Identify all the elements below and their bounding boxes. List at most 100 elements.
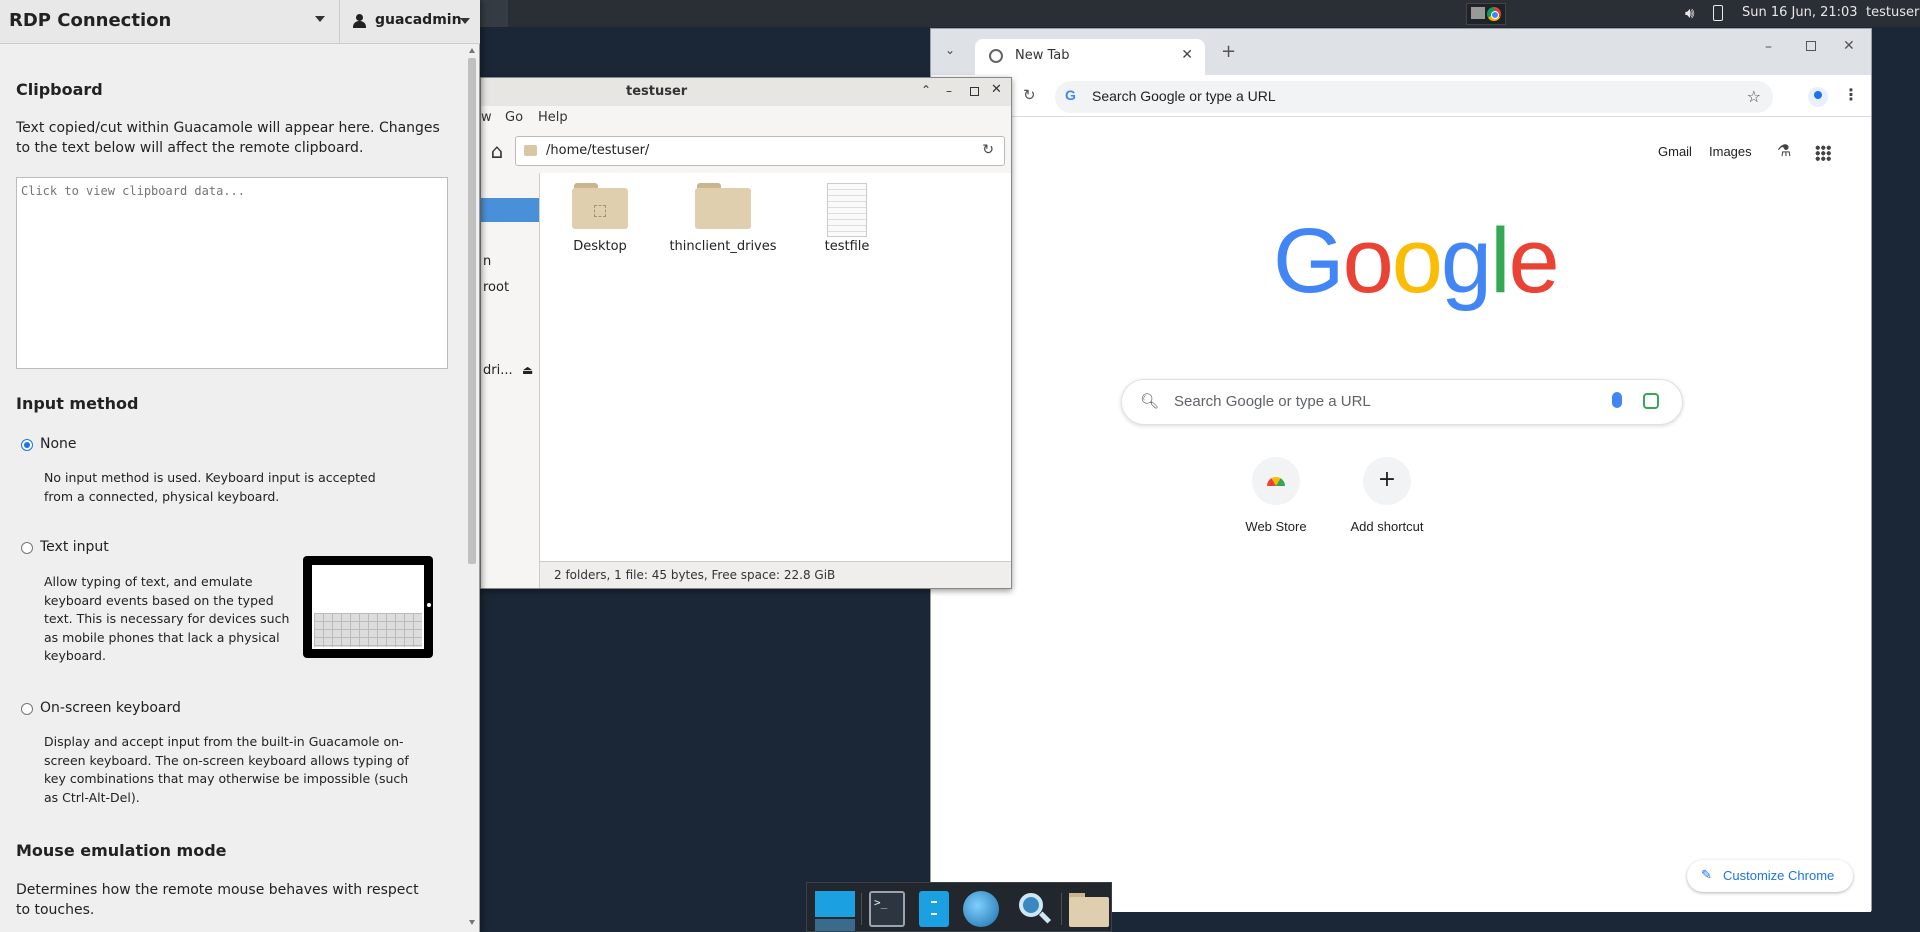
- chrome-toolbar: ↻ G Search Google or type a URL ☆ ⋮: [931, 75, 1871, 117]
- chrome-tray-icon[interactable]: [1487, 7, 1501, 21]
- tab-close-icon[interactable]: ✕: [1181, 47, 1193, 63]
- dock: >_: [806, 882, 1112, 932]
- file-item-testfile[interactable]: testfile: [792, 183, 902, 254]
- omnibox[interactable]: G Search Google or type a URL ☆: [1055, 81, 1773, 113]
- search-icon: 🔍︎: [1140, 392, 1160, 410]
- google-apps-icon[interactable]: [1815, 145, 1831, 161]
- file-manager-window[interactable]: testuser ⌃ – ✕ w Go Help ⌂ /home/testuse…: [480, 77, 1012, 589]
- menu-go[interactable]: Go: [505, 110, 523, 125]
- panel-segment: [480, 0, 508, 27]
- connection-title[interactable]: RDP Connection: [9, 10, 171, 31]
- home-icon[interactable]: ⌂: [483, 137, 511, 165]
- shortcut-label: Web Store: [1245, 519, 1307, 534]
- clipboard-heading: Clipboard: [16, 80, 103, 99]
- sidebar-item-root[interactable]: root: [483, 280, 509, 295]
- battery-icon[interactable]: [1713, 5, 1723, 21]
- omnibox-text: Search Google or type a URL: [1092, 88, 1276, 104]
- window-list-icon[interactable]: [1471, 7, 1485, 19]
- radio-text-input[interactable]: [21, 542, 33, 554]
- window-shade-icon[interactable]: ⌃: [921, 83, 931, 97]
- new-tab-page: Gmail Images ⚗ Google 🔍︎ Search Google o…: [931, 117, 1871, 912]
- window-maximize-button[interactable]: [970, 87, 979, 96]
- web-browser-icon[interactable]: [963, 891, 999, 927]
- terminal-icon[interactable]: >_: [869, 891, 905, 927]
- menu-bar: w Go Help: [481, 106, 1011, 130]
- show-desktop-icon[interactable]: [815, 891, 855, 931]
- chrome-menu-icon[interactable]: ⋮: [1843, 85, 1859, 104]
- clock[interactable]: Sun 16 Jun, 21:03: [1742, 5, 1858, 20]
- scroll-up-arrow-icon[interactable]: [469, 48, 475, 53]
- radio-none[interactable]: [21, 439, 33, 451]
- window-close-button[interactable]: ✕: [1843, 38, 1855, 54]
- menu-header: RDP Connection guacadmin: [0, 0, 480, 44]
- file-item-thinclient-drives[interactable]: thinclient_drives: [668, 183, 778, 254]
- customize-chrome-button[interactable]: ✎ Customize Chrome: [1687, 860, 1853, 892]
- window-maximize-button[interactable]: [1806, 41, 1816, 51]
- panel-username[interactable]: testuser: [1866, 5, 1919, 20]
- google-search-box[interactable]: 🔍︎ Search Google or type a URL: [1121, 379, 1683, 425]
- shortcut-add[interactable]: + Add shortcut: [1332, 457, 1442, 534]
- file-view[interactable]: Desktop thinclient_drives testfile: [539, 173, 1011, 561]
- chrome-window[interactable]: ⌄ New Tab ✕ + – ✕ ↻ G Search Google or t…: [930, 28, 1872, 912]
- window-minimize-button[interactable]: –: [1765, 39, 1772, 55]
- system-tray[interactable]: [1466, 3, 1506, 25]
- home-folder-icon[interactable]: [1069, 891, 1109, 927]
- tablet-keyboard-illustration: [303, 556, 433, 658]
- google-lens-icon[interactable]: [1643, 393, 1659, 409]
- search-placeholder: Search Google or type a URL: [1174, 393, 1371, 410]
- folder-icon: [572, 183, 628, 229]
- tab-search-chevron-icon[interactable]: ⌄: [945, 43, 955, 57]
- gmail-link[interactable]: Gmail: [1658, 144, 1692, 159]
- clipboard-textarea[interactable]: [16, 177, 448, 369]
- scrollbar-thumb[interactable]: [468, 58, 476, 564]
- window-title: testuser: [626, 84, 688, 99]
- scroll-down-arrow-icon[interactable]: [469, 920, 475, 925]
- mouse-emulation-description: Determines how the remote mouse behaves …: [16, 882, 419, 918]
- path-input[interactable]: /home/testuser/ ↻: [515, 136, 1005, 166]
- menu-view[interactable]: w: [481, 110, 492, 125]
- profile-avatar-icon[interactable]: [1808, 87, 1828, 107]
- images-link[interactable]: Images: [1709, 144, 1752, 159]
- reload-icon[interactable]: ↻: [1023, 86, 1036, 104]
- labs-flask-icon[interactable]: ⚗: [1777, 141, 1791, 160]
- bookmark-star-icon[interactable]: ☆: [1747, 87, 1761, 106]
- menu-help[interactable]: Help: [538, 110, 568, 125]
- sidebar-item[interactable]: n: [483, 254, 491, 269]
- tab-new-tab[interactable]: New Tab ✕: [975, 39, 1205, 75]
- user-menu[interactable]: guacadmin: [339, 0, 480, 44]
- shortcut-web-store[interactable]: Web Store: [1221, 457, 1331, 534]
- window-close-button[interactable]: ✕: [991, 82, 1002, 97]
- menu-content: Clipboard Text copied/cut within Guacamo…: [0, 44, 464, 932]
- window-minimize-button[interactable]: –: [946, 84, 952, 98]
- file-cabinet-icon[interactable]: [919, 891, 949, 927]
- web-store-icon: [1252, 457, 1300, 505]
- clipboard-description: Text copied/cut within Guacamole will ap…: [16, 120, 440, 156]
- menu-scrollbar[interactable]: [466, 44, 478, 932]
- microphone-icon[interactable]: [1612, 392, 1622, 408]
- dock-separator: [1061, 893, 1062, 925]
- app-finder-icon[interactable]: [1015, 891, 1052, 927]
- file-item-desktop[interactable]: Desktop: [545, 183, 655, 254]
- text-input-description: Allow typing of text, and emulate keyboa…: [44, 574, 290, 663]
- sidebar-item-drive[interactable]: dri...: [483, 363, 513, 378]
- sidebar-item-selected[interactable]: [481, 198, 539, 222]
- connection-dropdown-icon[interactable]: [315, 16, 325, 22]
- file-manager-titlebar[interactable]: testuser ⌃ – ✕: [481, 78, 1011, 106]
- places-sidebar: n root dri... ⏏: [481, 173, 539, 561]
- google-logo: Google: [1273, 210, 1560, 312]
- radio-on-screen-keyboard[interactable]: [21, 703, 33, 715]
- user-dropdown-icon: [460, 18, 470, 24]
- text-file-icon: [827, 183, 867, 237]
- file-name: Desktop: [573, 239, 627, 254]
- path-text: /home/testuser/: [546, 143, 650, 158]
- radio-label-none[interactable]: None: [40, 436, 77, 452]
- user-icon: [353, 14, 366, 28]
- status-bar: 2 folders, 1 file: 45 bytes, Free space:…: [539, 561, 1011, 588]
- pencil-icon: ✎: [1701, 867, 1712, 882]
- radio-label-text-input[interactable]: Text input: [40, 539, 109, 555]
- volume-icon[interactable]: 🔊︎: [1685, 4, 1694, 22]
- reload-icon[interactable]: ↻: [982, 142, 994, 158]
- eject-icon[interactable]: ⏏: [522, 363, 533, 377]
- radio-label-on-screen-keyboard[interactable]: On-screen keyboard: [40, 700, 181, 716]
- new-tab-button[interactable]: +: [1221, 41, 1236, 62]
